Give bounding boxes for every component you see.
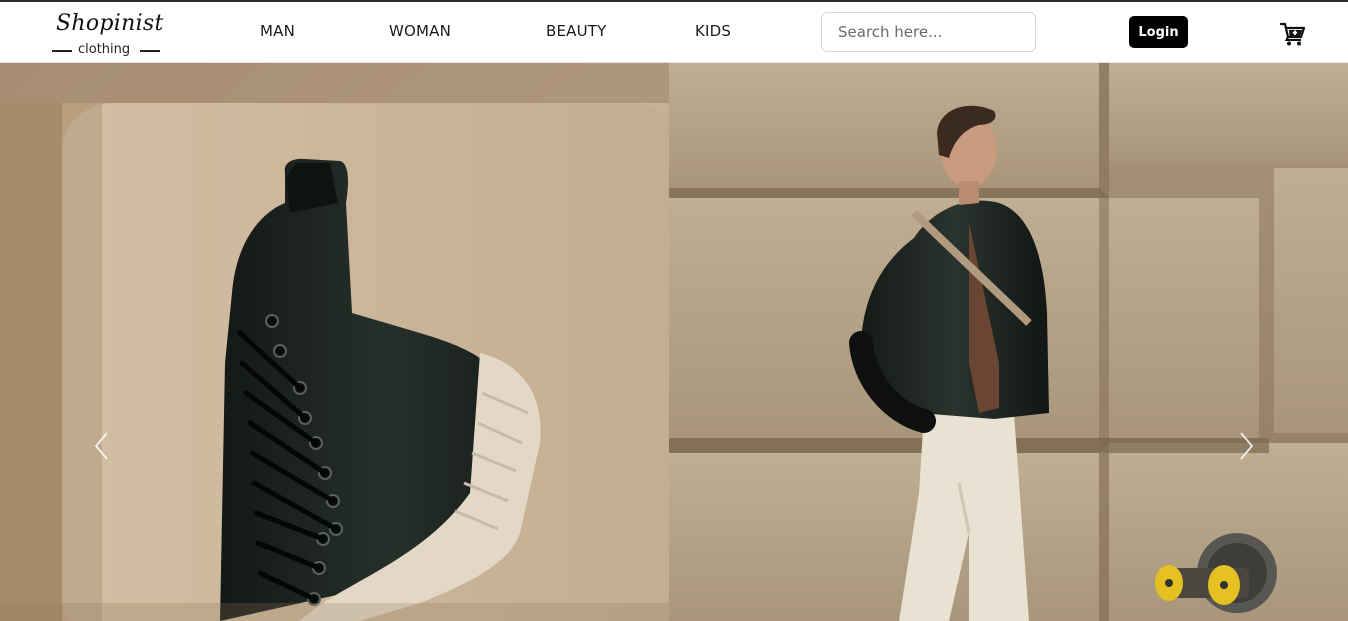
tagline-rule-left bbox=[52, 50, 72, 52]
search-input[interactable] bbox=[821, 12, 1036, 52]
brand-logo[interactable]: Shopinist clothing bbox=[52, 10, 170, 60]
tagline-rule-right bbox=[140, 50, 160, 52]
nav-item-man[interactable]: MAN bbox=[260, 22, 295, 40]
slide-sneaker-image bbox=[0, 63, 669, 621]
nav-item-kids[interactable]: KIDS bbox=[695, 22, 731, 40]
slide-model-image bbox=[669, 63, 1348, 621]
chevron-right-icon[interactable] bbox=[1232, 429, 1262, 463]
brand-tagline: clothing bbox=[78, 42, 131, 57]
brand-name: Shopinist bbox=[56, 11, 164, 36]
login-button[interactable]: Login bbox=[1129, 16, 1188, 48]
navbar: Shopinist clothing MAN WOMAN BEAUTY KIDS… bbox=[0, 2, 1348, 63]
brand-tagline-wrap: clothing bbox=[52, 42, 164, 58]
hero-carousel bbox=[0, 63, 1348, 621]
cart-plus-icon[interactable] bbox=[1279, 21, 1306, 47]
nav-item-woman[interactable]: WOMAN bbox=[389, 22, 451, 40]
nav-item-beauty[interactable]: BEAUTY bbox=[546, 22, 607, 40]
chevron-left-icon[interactable] bbox=[86, 429, 116, 463]
